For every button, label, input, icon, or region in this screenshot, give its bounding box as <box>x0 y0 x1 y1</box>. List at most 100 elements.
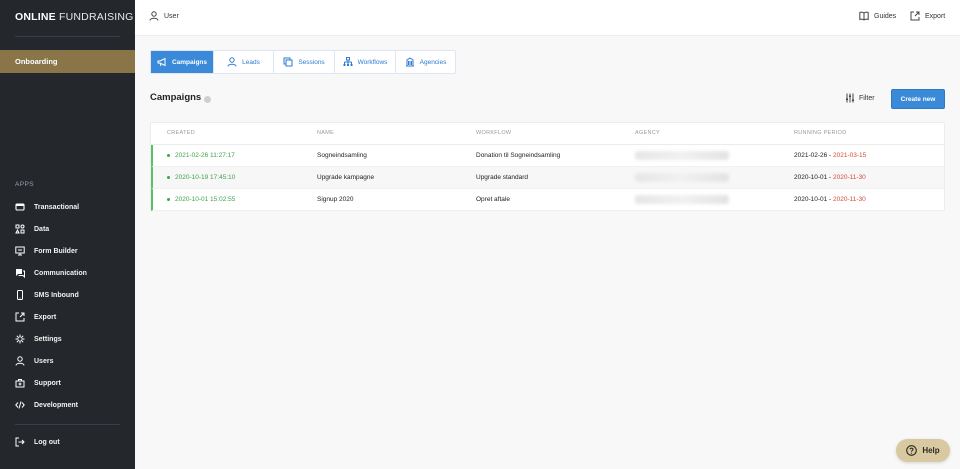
table-row[interactable]: 2020-10-01 15:02:55 Signup 2020 Opret af… <box>151 189 944 211</box>
top-bar: User Guides Export <box>135 0 960 36</box>
sidebar-item-users[interactable]: Users <box>15 354 53 368</box>
tab-leads[interactable]: Leads <box>214 51 274 73</box>
user-icon <box>15 356 25 366</box>
sidebar-item-label: Form Builder <box>34 247 78 255</box>
tab-label: Workflows <box>357 58 388 66</box>
building-icon <box>405 57 414 67</box>
period-end: 2020-11-30 <box>833 196 866 203</box>
user-menu[interactable]: User <box>149 11 179 21</box>
cell-running-period: 2020-10-01 - 2020-11-30 <box>794 174 866 181</box>
header-name[interactable]: NAME <box>317 130 334 136</box>
period-start: 2020-10-01 <box>794 174 828 181</box>
sidebar-item-label: Export <box>34 313 57 321</box>
cell-running-period: 2020-10-01 - 2020-11-30 <box>794 196 866 203</box>
tab-label: Agencies <box>419 58 447 66</box>
question-icon <box>906 445 918 456</box>
sidebar-item-label: Communication <box>34 269 87 277</box>
phone-icon <box>17 290 23 300</box>
period-start: 2020-10-01 <box>794 196 828 203</box>
sidebar-item-label: Settings <box>34 335 62 343</box>
sidebar-item-support[interactable]: Support <box>15 376 61 390</box>
filter-label: Filter <box>859 94 875 102</box>
sidebar-item-onboarding[interactable]: Onboarding <box>0 50 135 73</box>
cell-running-period: 2021-02-26 - 2021-03-15 <box>794 152 866 159</box>
sidebar-item-label: Support <box>34 379 61 387</box>
chat-icon <box>16 269 25 278</box>
table-row[interactable]: 2020-10-19 17:45:10 Upgrade kampagne Upg… <box>151 167 944 189</box>
apps-section-title: APPS <box>15 181 34 188</box>
export-icon <box>15 312 25 322</box>
sidebar-item-form-builder[interactable]: Form Builder <box>15 244 78 258</box>
gear-icon <box>15 334 25 344</box>
book-icon <box>859 11 869 21</box>
tab-label: Sessions <box>298 58 325 66</box>
tab-agencies[interactable]: Agencies <box>396 51 455 73</box>
export-label: Export <box>925 12 946 20</box>
sidebar-item-label: Development <box>34 401 78 409</box>
wallet-icon <box>15 203 25 211</box>
period-start: 2021-02-26 <box>794 152 828 159</box>
guides-link[interactable]: Guides <box>859 11 896 21</box>
cell-name: Signup 2020 <box>317 196 354 203</box>
user-icon <box>227 57 237 67</box>
brand-logo[interactable]: ONLINE FUNDRAISING <box>15 11 134 23</box>
tab-sessions[interactable]: Sessions <box>274 51 335 73</box>
period-end: 2021-03-15 <box>833 152 867 159</box>
header-created[interactable]: CREATED <box>167 130 195 136</box>
create-new-button[interactable]: Create new <box>891 89 945 109</box>
brand-light: FUNDRAISING <box>59 11 134 23</box>
sidebar: ONLINE FUNDRAISING Onboarding APPS Trans… <box>0 0 135 469</box>
cell-agency-redacted <box>635 151 729 160</box>
data-icon <box>15 224 25 234</box>
sidebar-item-transactional[interactable]: Transactional <box>15 200 79 214</box>
guides-label: Guides <box>874 12 897 20</box>
sidebar-divider <box>15 424 120 425</box>
export-icon <box>910 11 920 21</box>
header-workflow[interactable]: WORKFLOW <box>476 130 511 136</box>
header-running-period[interactable]: RUNNING PERIOD <box>794 130 846 136</box>
cell-created: 2020-10-19 17:45:10 <box>175 174 236 181</box>
help-label: Help <box>922 446 940 455</box>
cell-name: Sogneindsamling <box>317 152 367 159</box>
monitor-icon <box>15 246 25 256</box>
info-icon[interactable] <box>204 95 212 103</box>
section-tabs: Campaigns Leads Sessions Workflows Agenc… <box>150 50 456 74</box>
cell-created: 2021-02-26 11:27:17 <box>175 152 235 159</box>
sitemap-icon <box>343 57 353 66</box>
export-link[interactable]: Export <box>910 11 945 21</box>
status-dot <box>167 198 170 201</box>
sidebar-item-label: Transactional <box>34 203 80 211</box>
cell-name: Upgrade kampagne <box>317 174 375 181</box>
logout-button[interactable]: Log out <box>15 435 60 449</box>
table-row[interactable]: 2021-02-26 11:27:17 Sogneindsamling Dona… <box>151 145 944 167</box>
tab-label: Leads <box>242 58 260 66</box>
sidebar-item-export[interactable]: Export <box>15 310 56 324</box>
tab-campaigns[interactable]: Campaigns <box>151 51 214 73</box>
cell-workflow: Opret aftale <box>476 196 510 203</box>
campaigns-table: CREATED NAME WORKFLOW AGENCY RUNNING PER… <box>150 122 945 211</box>
status-dot <box>167 176 170 179</box>
filter-button[interactable]: Filter <box>845 93 875 103</box>
sidebar-item-data[interactable]: Data <box>15 222 49 236</box>
header-agency[interactable]: AGENCY <box>635 130 660 136</box>
sidebar-item-sms-inbound[interactable]: SMS Inbound <box>15 288 79 302</box>
sliders-icon <box>846 93 854 103</box>
help-button[interactable]: Help <box>896 439 950 462</box>
megaphone-icon <box>157 57 166 67</box>
code-icon <box>15 401 25 409</box>
period-end: 2020-11-30 <box>833 174 866 181</box>
user-icon <box>149 11 159 21</box>
sidebar-item-settings[interactable]: Settings <box>15 332 62 346</box>
logout-label: Log out <box>34 438 60 446</box>
tab-workflows[interactable]: Workflows <box>335 51 396 73</box>
support-icon <box>15 379 25 388</box>
sidebar-item-label: SMS Inbound <box>34 291 79 299</box>
cell-workflow: Donation til Sogneindsamling <box>476 152 561 159</box>
sidebar-item-communication[interactable]: Communication <box>15 266 87 280</box>
tab-label: Campaigns <box>171 58 208 66</box>
sidebar-item-development[interactable]: Development <box>15 398 78 412</box>
sidebar-item-label: Data <box>34 225 50 233</box>
logout-icon <box>15 437 25 447</box>
cell-agency-redacted <box>635 195 729 204</box>
user-name: User <box>164 12 179 20</box>
